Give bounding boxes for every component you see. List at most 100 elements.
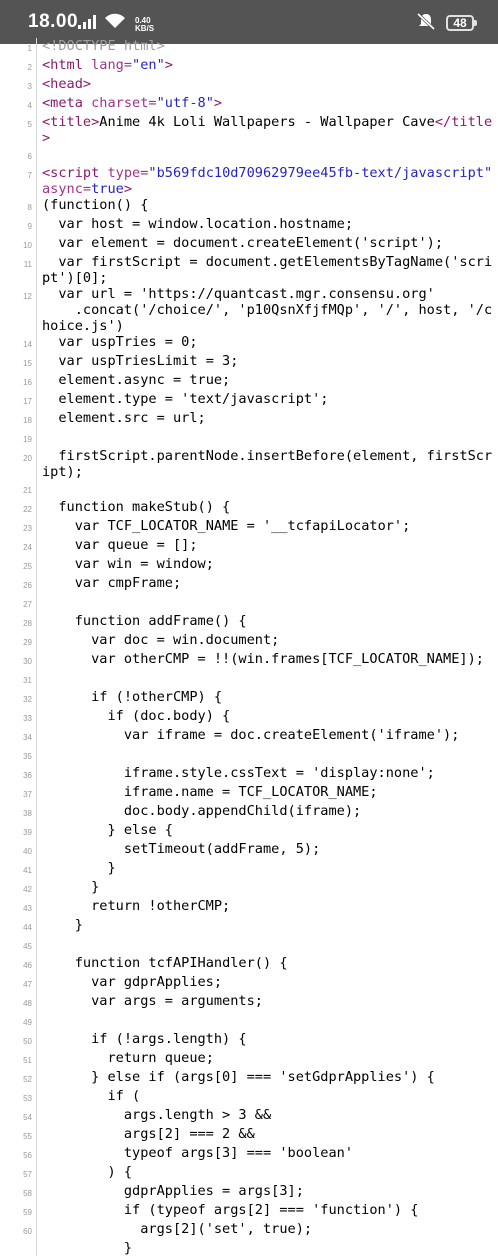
code-line: }: [0, 1240, 498, 1256]
line-number: 21: [0, 480, 37, 499]
code-line: 25 var win = window;: [0, 556, 498, 575]
code-line: 51 return queue;: [0, 1050, 498, 1069]
code-line: 43 return !otherCMP;: [0, 898, 498, 917]
line-number: 24: [0, 537, 37, 556]
code-line: 42 }: [0, 879, 498, 898]
code-token: (function() {: [42, 197, 149, 213]
line-text: doc.body.appendChild(iframe);: [37, 803, 497, 822]
line-text: return !otherCMP;: [37, 898, 497, 917]
line-text: }: [37, 879, 497, 898]
code-token: "en": [132, 57, 165, 73]
line-number: 37: [0, 784, 37, 803]
code-line: 34 var iframe = doc.createElement('ifram…: [0, 727, 498, 746]
code-line: 4 <meta charset="utf-8">: [0, 95, 498, 114]
line-text: var url = 'https://quantcast.mgr.consens…: [37, 286, 497, 334]
code-token: var cmpFrame;: [42, 575, 182, 591]
line-text: var TCF_LOCATOR_NAME = '__tcfapiLocator'…: [37, 518, 497, 537]
line-number: 4: [0, 95, 37, 114]
line-text: }: [37, 917, 497, 936]
code-token: var firstScript = document.getElementsBy…: [42, 254, 493, 286]
code-line: 57 ) {: [0, 1164, 498, 1183]
line-number: [0, 1240, 37, 1256]
code-line: 55 args[2] === 2 &&: [0, 1126, 498, 1145]
line-text: (function() {: [37, 197, 497, 216]
code-line: 8 (function() {: [0, 197, 498, 216]
code-line: 59 if (typeof args[2] === 'function') {: [0, 1202, 498, 1221]
line-number: 20: [0, 448, 37, 480]
code-line: 24 var queue = [];: [0, 537, 498, 556]
code-token: <meta: [42, 95, 92, 111]
code-token: }: [42, 917, 83, 933]
status-left-icons: 0.40 KB/S: [78, 13, 154, 33]
code-line: 49: [0, 1012, 498, 1031]
line-number: 16: [0, 372, 37, 391]
line-number: 30: [0, 651, 37, 670]
code-token: function addFrame() {: [42, 613, 247, 629]
battery-icon: 48: [446, 15, 477, 31]
code-line: 52 } else if (args[0] === 'setGdprApplie…: [0, 1069, 498, 1088]
line-text: var gdprApplies;: [37, 974, 497, 993]
code-line: 27: [0, 594, 498, 613]
code-line: 35: [0, 746, 498, 765]
code-token: args.length > 3 &&: [42, 1107, 272, 1123]
code-token: element.async = true;: [42, 372, 231, 388]
line-number: 19: [0, 429, 37, 448]
code-token: args[2]('set', true);: [42, 1221, 313, 1237]
wifi-icon: [104, 13, 126, 33]
code-line: 44 }: [0, 917, 498, 936]
line-number: 51: [0, 1050, 37, 1069]
line-text: var host = window.location.hostname;: [37, 216, 497, 235]
line-number: 31: [0, 670, 37, 689]
line-number: 35: [0, 746, 37, 765]
line-text: var element = document.createElement('sc…: [37, 235, 497, 254]
line-text: setTimeout(addFrame, 5);: [37, 841, 497, 860]
line-number: 3: [0, 76, 37, 95]
line-number: 12: [0, 286, 37, 334]
code-line: 21: [0, 480, 498, 499]
line-text: iframe.name = TCF_LOCATOR_NAME;: [37, 784, 497, 803]
code-token: <script: [42, 165, 108, 181]
code-line: 28 function addFrame() {: [0, 613, 498, 632]
line-text: [37, 146, 497, 165]
code-token: }: [42, 860, 116, 876]
code-token: return !otherCMP;: [42, 898, 231, 914]
line-text: var args = arguments;: [37, 993, 497, 1012]
code-token: true: [91, 181, 124, 197]
line-text: [37, 670, 497, 689]
line-number: 14: [0, 334, 37, 353]
line-number: 25: [0, 556, 37, 575]
code-token: var element = document.createElement('sc…: [42, 235, 444, 251]
line-text: <html lang="en">: [37, 57, 497, 76]
code-token: type=: [107, 165, 149, 181]
code-token: var args = arguments;: [42, 993, 263, 1009]
line-number: 41: [0, 860, 37, 879]
line-text: if (doc.body) {: [37, 708, 497, 727]
code-token: } else if (args[0] === 'setGdprApplies')…: [42, 1069, 435, 1085]
mute-icon: [416, 12, 436, 34]
code-token: gdprApplies = args[3];: [42, 1183, 304, 1199]
line-text: var iframe = doc.createElement('iframe')…: [37, 727, 497, 746]
code-token: var uspTriesLimit = 3;: [42, 353, 239, 369]
line-text: <meta charset="utf-8">: [37, 95, 497, 114]
code-token: } else {: [42, 822, 173, 838]
code-token: <!DOCTYPE html>: [42, 38, 165, 54]
code-line: 33 if (doc.body) {: [0, 708, 498, 727]
code-line: 38 doc.body.appendChild(iframe);: [0, 803, 498, 822]
line-text: [37, 1012, 497, 1031]
line-text: gdprApplies = args[3];: [37, 1183, 497, 1202]
code-token: >: [213, 95, 223, 111]
code-token: var win = window;: [42, 556, 214, 572]
code-token: return queue;: [42, 1050, 214, 1066]
code-line: 32 if (!otherCMP) {: [0, 689, 498, 708]
code-token: args[2] === 2 &&: [42, 1126, 255, 1142]
code-line: 3 <head>: [0, 76, 498, 95]
line-text: element.src = url;: [37, 410, 497, 429]
line-number: 38: [0, 803, 37, 822]
code-line: 7 <script type="b569fdc10d70962979ee45fb-…: [0, 165, 498, 197]
line-text: return queue;: [37, 1050, 497, 1069]
line-text: args[2] === 2 &&: [37, 1126, 497, 1145]
code-line: 30 var otherCMP = !!(win.frames[TCF_LOCA…: [0, 651, 498, 670]
code-line: 37 iframe.name = TCF_LOCATOR_NAME;: [0, 784, 498, 803]
source-code-view[interactable]: 1 <!DOCTYPE html> 2 <html lang="en"> 3 <head>…: [0, 38, 498, 1256]
code-line: 16 element.async = true;: [0, 372, 498, 391]
